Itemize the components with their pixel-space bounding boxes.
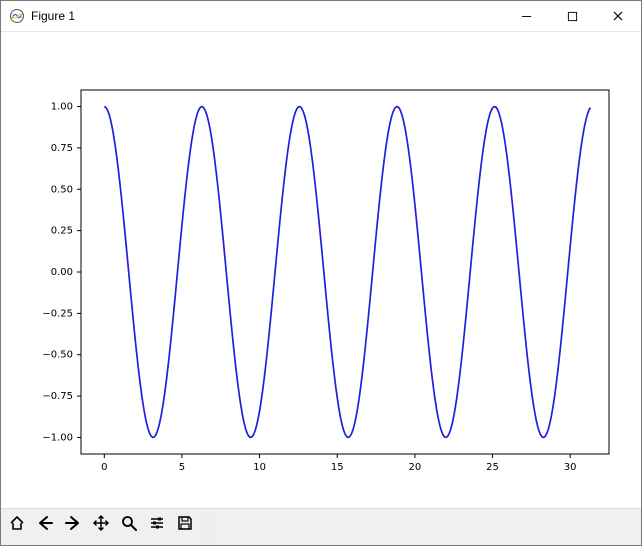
svg-text:−1.00: −1.00: [42, 432, 73, 443]
sliders-icon: [149, 515, 165, 534]
svg-text:0.25: 0.25: [51, 226, 73, 237]
svg-text:−0.50: −0.50: [42, 350, 73, 361]
forward-button[interactable]: [59, 511, 87, 537]
svg-text:0.00: 0.00: [51, 267, 73, 278]
figure-canvas[interactable]: 0 5 10 15 20 25 30 −1.00 −0.75 −0.50 −0.25 0.00 0.25…: [1, 32, 641, 508]
home-icon: [9, 515, 25, 534]
zoom-button[interactable]: [115, 511, 143, 537]
arrow-right-icon: [65, 515, 81, 534]
svg-text:20: 20: [409, 462, 422, 473]
close-button[interactable]: [595, 1, 641, 31]
svg-text:5: 5: [179, 462, 185, 473]
svg-text:0.75: 0.75: [51, 143, 73, 154]
pan-button[interactable]: [87, 511, 115, 537]
svg-text:1.00: 1.00: [51, 102, 73, 113]
minimize-button[interactable]: [503, 1, 549, 31]
window-title: Figure 1: [31, 9, 83, 23]
zoom-icon: [121, 515, 137, 534]
back-button[interactable]: [31, 511, 59, 537]
subplots-button[interactable]: [143, 511, 171, 537]
svg-text:10: 10: [253, 462, 266, 473]
plot-svg: 0 5 10 15 20 25 30 −1.00 −0.75 −0.50 −0.25 0.00 0.25…: [1, 32, 641, 514]
svg-text:0: 0: [101, 462, 107, 473]
maximize-button[interactable]: [549, 1, 595, 31]
save-icon: [177, 515, 193, 534]
svg-text:−0.25: −0.25: [42, 308, 73, 319]
svg-text:25: 25: [486, 462, 499, 473]
svg-text:−0.75: −0.75: [42, 391, 73, 402]
titlebar: Figure 1: [1, 1, 641, 32]
app-window: Figure 1 0 5 10 15 20 25 30 −1.00 −0.75 −0.50 −0.2…: [0, 0, 642, 546]
app-icon: [9, 8, 25, 24]
move-icon: [93, 515, 109, 534]
svg-text:0.50: 0.50: [51, 184, 73, 195]
arrow-left-icon: [37, 515, 53, 534]
svg-text:30: 30: [564, 462, 577, 473]
svg-text:15: 15: [331, 462, 344, 473]
home-button[interactable]: [3, 511, 31, 537]
save-button[interactable]: [171, 511, 199, 537]
